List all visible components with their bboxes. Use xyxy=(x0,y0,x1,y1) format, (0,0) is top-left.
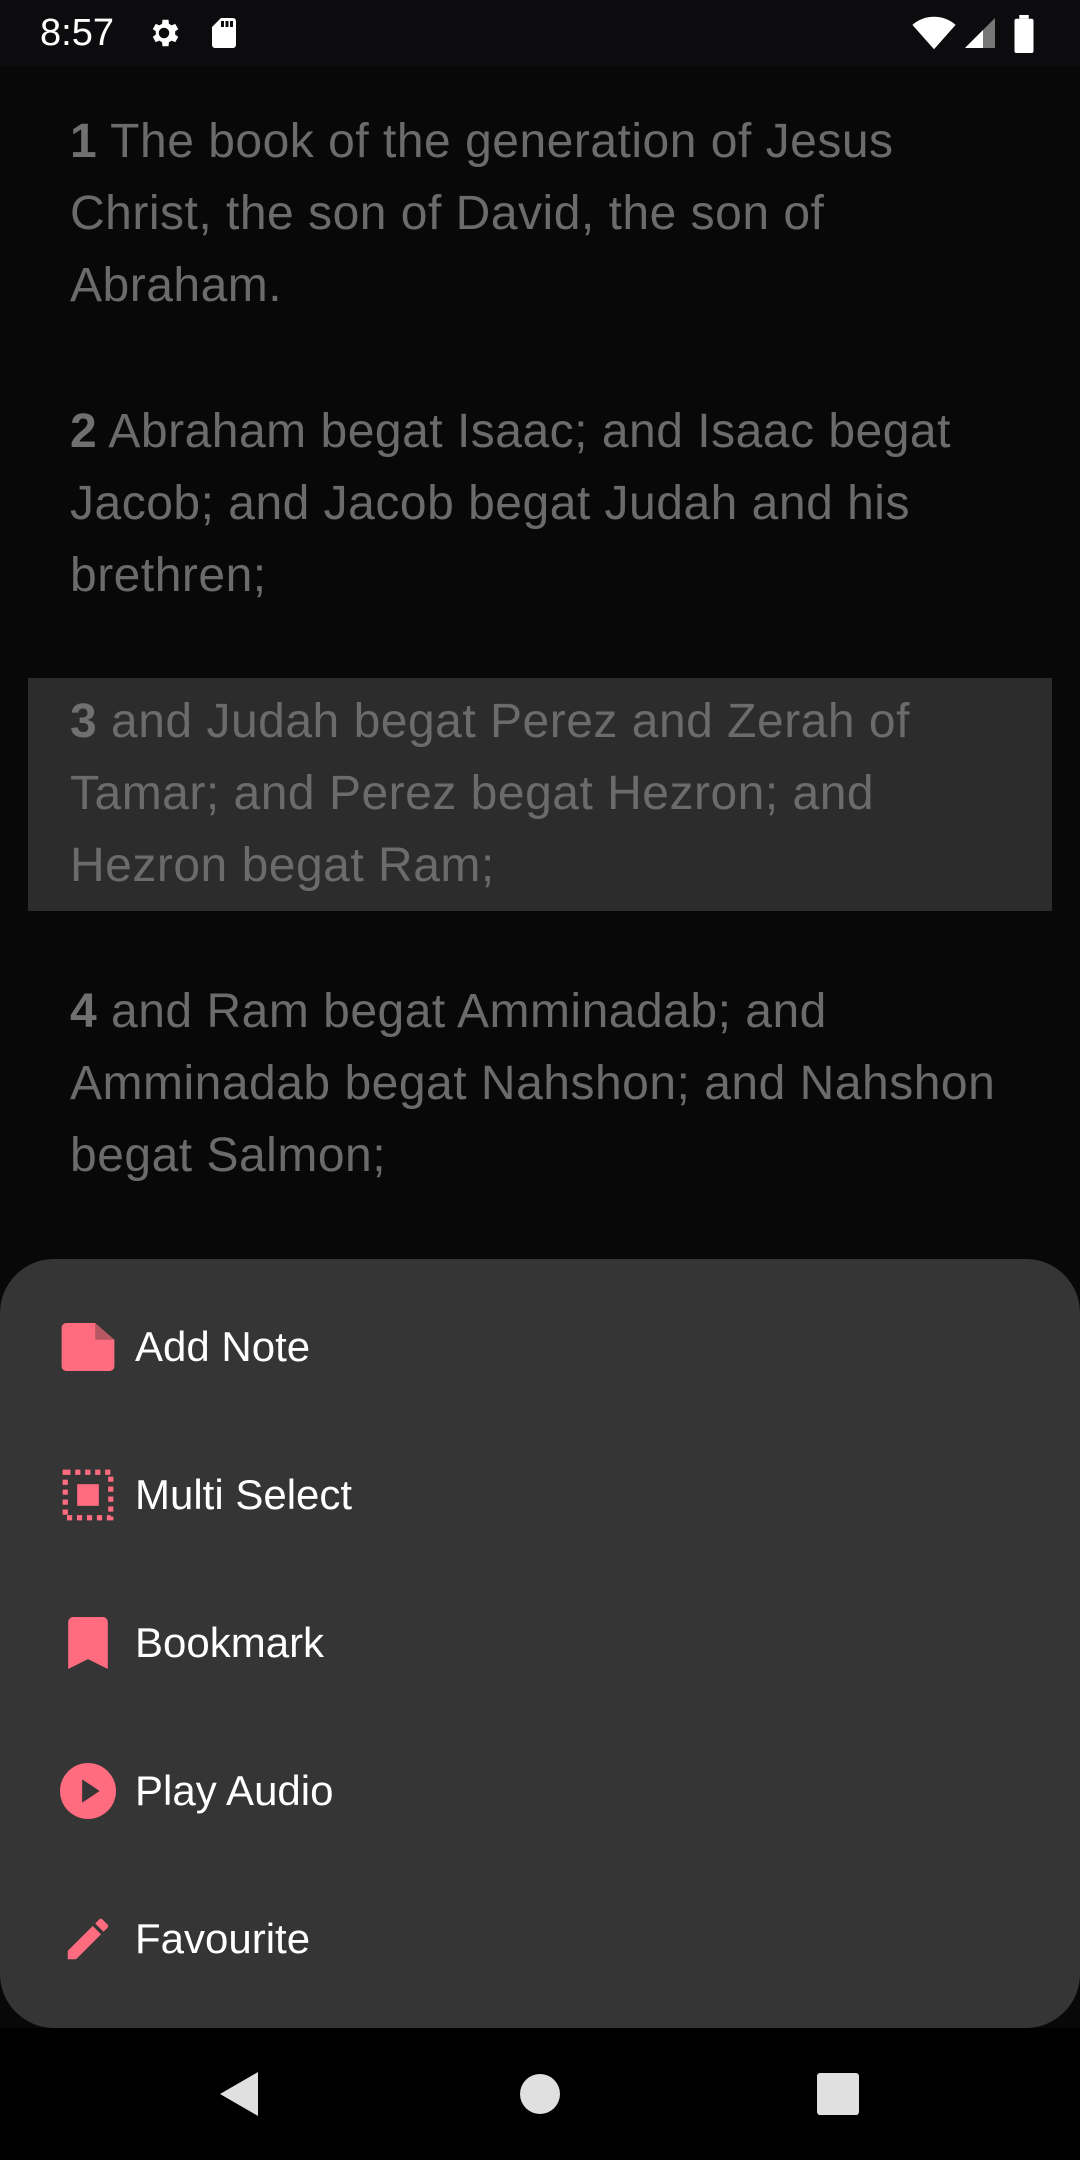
status-time: 8:57 xyxy=(40,12,114,54)
sd-card-icon xyxy=(206,15,242,51)
bookmark-button[interactable]: Bookmark xyxy=(0,1569,1080,1717)
screen: 8:57 1 The book of the generation of Jes… xyxy=(0,0,1080,2160)
verse-number: 1 xyxy=(70,115,98,168)
navigation-bar xyxy=(0,2028,1080,2160)
verse-number: 3 xyxy=(70,695,98,748)
multi-select-icon xyxy=(58,1465,118,1525)
multi-select-button[interactable]: Multi Select xyxy=(0,1421,1080,1569)
bookmark-label: Bookmark xyxy=(135,1619,325,1666)
verse-text: and Judah begat Perez and Zerah of Tamar… xyxy=(70,695,910,892)
verse-item-selected[interactable]: 3 and Judah begat Perez and Zerah of Tam… xyxy=(28,678,1052,911)
verse-number: 4 xyxy=(70,985,98,1038)
verse-text: and Ram begat Amminadab; and Amminadab b… xyxy=(70,985,996,1182)
verse-item[interactable]: 2 Abraham begat Isaac; and Isaac begat J… xyxy=(28,396,1052,612)
verse-item[interactable]: 4 and Ram begat Amminadab; and Amminadab… xyxy=(28,976,1052,1192)
home-icon[interactable] xyxy=(510,2064,570,2124)
verse-text: Abraham begat Isaac; and Isaac begat Jac… xyxy=(70,405,951,602)
multi-select-label: Multi Select xyxy=(135,1471,353,1518)
play-audio-button[interactable]: Play Audio xyxy=(0,1717,1080,1865)
bookmark-icon xyxy=(58,1613,118,1673)
favourite-label: Favourite xyxy=(135,1915,311,1962)
verse-item[interactable]: 1 The book of the generation of Jesus Ch… xyxy=(28,106,1052,322)
back-icon[interactable] xyxy=(210,2064,270,2124)
battery-icon xyxy=(1012,15,1040,53)
wifi-icon xyxy=(912,15,956,51)
recents-icon[interactable] xyxy=(808,2064,868,2124)
favourite-button[interactable]: Favourite xyxy=(0,1865,1080,2013)
verse-text: The book of the generation of Jesus Chri… xyxy=(70,115,894,312)
play-circle-icon xyxy=(58,1761,118,1821)
add-note-button[interactable]: Add Note xyxy=(0,1273,1080,1421)
note-icon xyxy=(58,1317,118,1377)
action-bottom-sheet: Add Note Multi Select Bookmark Play Audi… xyxy=(0,1259,1080,2028)
status-bar: 8:57 xyxy=(0,0,1080,66)
verse-number: 2 xyxy=(70,405,98,458)
gear-icon xyxy=(146,15,182,51)
add-note-label: Add Note xyxy=(135,1323,311,1370)
play-audio-label: Play Audio xyxy=(135,1767,334,1814)
pencil-icon xyxy=(58,1909,118,1969)
signal-icon xyxy=(962,15,998,51)
